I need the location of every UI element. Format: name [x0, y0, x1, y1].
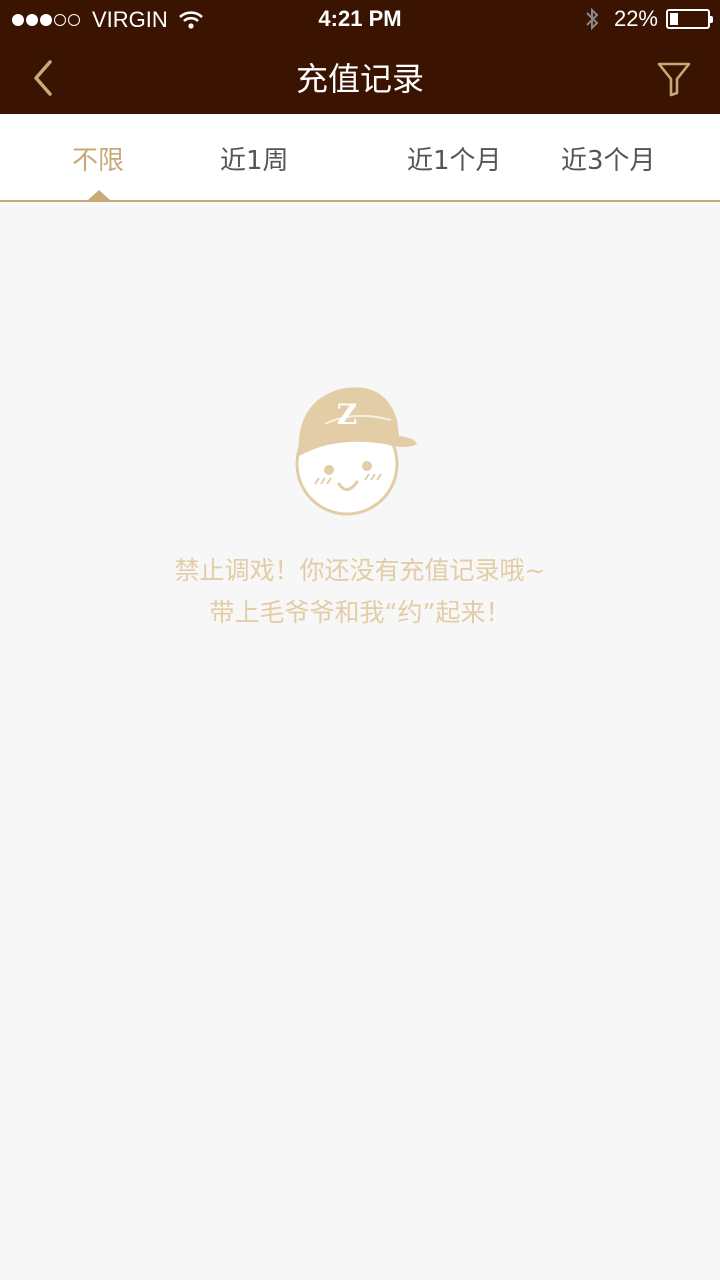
svg-text:Z: Z — [337, 398, 357, 431]
tab-active-indicator — [88, 190, 110, 200]
empty-message: 禁止调戏！你还没有充值记录哦~ 带上毛爷爷和我“约”起来！ — [0, 550, 720, 634]
page-title: 充值记录 — [295, 60, 424, 98]
tab-3-months[interactable]: 近3个月 — [561, 140, 656, 177]
tab-1-week[interactable]: 近1周 — [220, 140, 289, 177]
battery-percent: 22% — [613, 6, 658, 31]
tab-all[interactable]: 不限 — [72, 140, 124, 177]
status-bar: VIRGIN 4:21 PM 22% — [0, 0, 720, 40]
filter-icon[interactable] — [656, 60, 692, 98]
empty-state: Z 禁止调戏！你还没有充值记录哦~ 带上毛爷爷和我“约”起来！ — [0, 380, 720, 634]
battery-icon — [666, 9, 713, 29]
mascot-icon: Z — [295, 387, 417, 516]
bluetooth-icon — [586, 7, 599, 31]
empty-message-line1: 禁止调戏！你还没有充值记录哦~ — [174, 556, 546, 585]
status-right: 22% — [584, 6, 713, 32]
nav-bar: 充值记录 — [0, 40, 720, 114]
empty-message-line2: 带上毛爷爷和我“约”起来！ — [209, 598, 511, 627]
date-range-tabs: 不限 近1周 近1个月 近3个月 — [0, 114, 720, 202]
tab-1-month[interactable]: 近1个月 — [407, 140, 502, 177]
